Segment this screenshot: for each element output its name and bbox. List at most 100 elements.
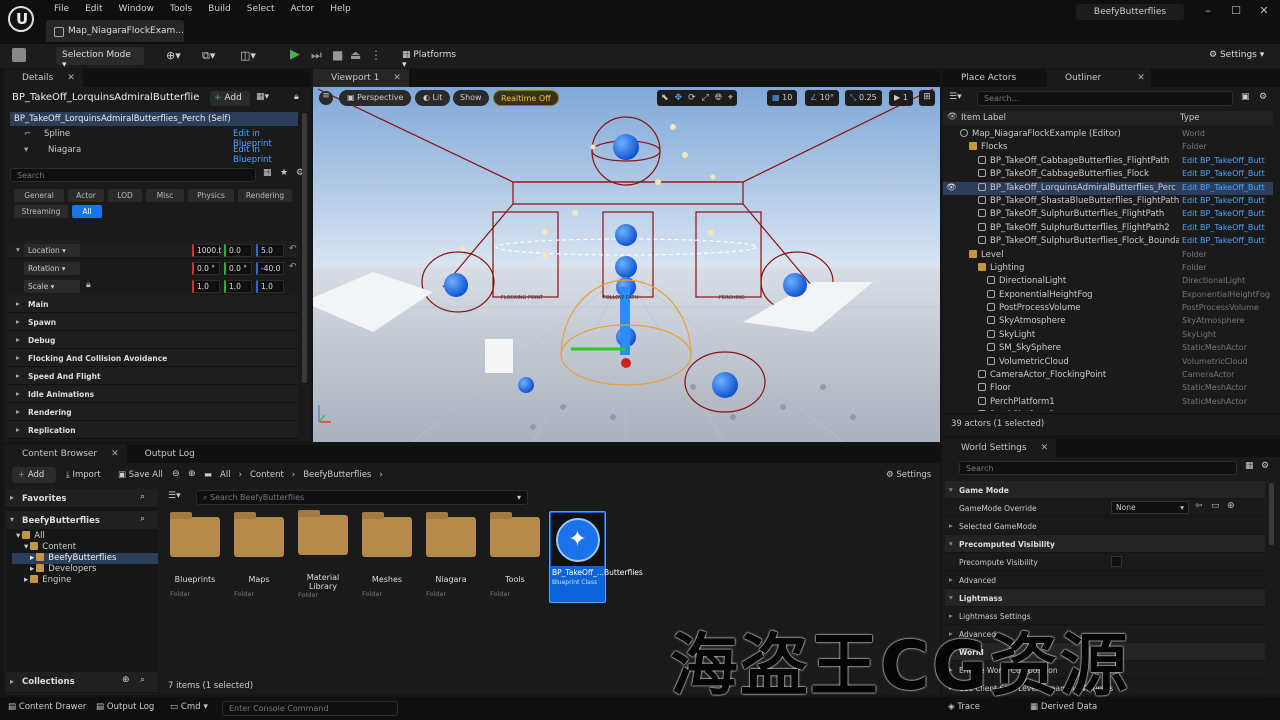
add-collection-icon[interactable]: ⊕ [122,675,130,685]
outliner-row[interactable]: PerchPlatform1 StaticMeshActor [943,396,1273,409]
menu-build[interactable]: Build [200,4,239,14]
close-icon[interactable]: ✕ [111,449,119,459]
angle-snap-button[interactable]: ∠ 10° [805,90,839,106]
show-button[interactable]: Show [453,90,489,106]
maximize-icon[interactable]: ☐ [1226,4,1246,17]
minimize-icon[interactable]: – [1198,4,1218,17]
menu-help[interactable]: Help [322,4,359,14]
asset-folder-niagara[interactable]: Niagara Folder [426,511,476,598]
content-drawer-button[interactable]: ▤ Content Drawer [8,702,86,712]
close-icon[interactable]: ✕ [1254,4,1274,17]
chevron-down-icon[interactable]: ▾ [517,493,521,502]
move-tool-icon[interactable]: ✥ [675,93,683,103]
settings-dropdown[interactable]: ⚙ Settings ▾ [1203,47,1275,65]
outliner-row[interactable]: BP_TakeOff_SulphurButterflies_FlightPath… [943,222,1273,235]
add-actor-icon[interactable]: ⊕▾ [166,49,181,62]
gamemode-override-select[interactable]: None ▾ [1111,501,1189,514]
grid-icon[interactable]: ▦ [263,168,272,178]
section-spawn[interactable]: Spawn [8,313,298,331]
type-column[interactable]: Type [1180,113,1200,123]
collections-header[interactable]: Collections [6,672,158,692]
layout-icon[interactable]: ⊞ [919,90,935,106]
tab-place-actors[interactable]: Place Actors [943,69,1047,87]
star-icon[interactable]: ★ [280,168,288,178]
asset-folder-material-library[interactable]: Material Library Folder [298,510,348,599]
outliner-row[interactable]: BP_TakeOff_CabbageButterflies_Flock Edit … [943,168,1273,181]
asset-blueprint-selected[interactable]: ✦ BP_TakeOff_...Butterflies Blueprint Cl… [549,511,643,603]
outliner-item-type[interactable]: Edit BP_TakeOff_Butt [1182,156,1265,165]
cat-all[interactable]: All [72,205,102,218]
tree-beefybutterflies[interactable]: ▸ BeefyButterflies [12,553,158,564]
item-label-column[interactable]: Item Label [961,113,1006,123]
add-icon[interactable]: ⊕ [1227,501,1235,511]
tree-developers[interactable]: ▸ Developers [12,564,158,575]
viewport-tab[interactable]: Viewport 1 ✕ [313,69,409,87]
outliner-row[interactable]: SM_SkySphere StaticMeshActor [943,342,1273,355]
level-document-tab[interactable]: Map_NiagaraFlockExam... [46,20,184,42]
section-main[interactable]: Main [8,295,298,313]
menu-edit[interactable]: Edit [77,4,110,14]
outliner-row[interactable]: BP_TakeOff_CabbageButterflies_FlightPath… [943,155,1273,168]
section-replication[interactable]: Replication [8,421,298,439]
outliner-row[interactable]: 👁︎ BP_TakeOff_LorquinsAdmiralButterflies_… [943,181,1273,195]
cat-actor[interactable]: Actor [68,189,104,202]
realtime-off-button[interactable]: Realtime Off [493,90,559,106]
world-settings-section[interactable]: Precomputed Visibility [945,535,1265,553]
play-icon[interactable]: ▶ [290,47,300,62]
select-tool-icon[interactable]: ⬉ [661,93,669,103]
outliner-item-type[interactable]: Edit BP_TakeOff_Butt [1182,209,1265,218]
lit-button[interactable]: ◐ Lit [415,90,451,106]
rotation-z[interactable]: -40.0 [256,262,284,275]
location-dropdown[interactable]: Location ▾ [24,244,80,257]
scale-snap-button[interactable]: ⤡ 0.25 [845,90,882,106]
gear-icon[interactable]: ⚙ [1259,92,1267,102]
unreal-logo-icon[interactable] [8,6,34,32]
world-settings-section[interactable]: Game Mode [945,481,1265,499]
outliner-row[interactable]: BP_TakeOff_ShastaBlueButterflies_FlightP… [943,195,1273,208]
project-header[interactable]: BeefyButterflies [6,511,158,529]
outliner-row[interactable]: DirectionalLight DirectionalLight [943,275,1273,288]
console-input[interactable]: Enter Console Command [222,701,398,716]
reset-icon[interactable]: ↶ [289,244,297,254]
outliner-search-input[interactable]: Search... [977,91,1233,106]
close-icon[interactable]: ✕ [393,73,401,83]
add-folder-icon[interactable]: ▣ [1241,92,1250,102]
tree-all[interactable]: ▾ All [12,531,158,542]
platforms-dropdown[interactable]: ▦ Platforms ▾ [396,47,468,70]
blueprint-options-icon[interactable]: ▦▾ [256,92,269,102]
outliner-row[interactable]: SkyAtmosphere SkyAtmosphere [943,315,1273,328]
location-x[interactable]: 1000.t [192,244,221,257]
gear-icon[interactable]: ⚙ [1261,461,1269,471]
section-debug[interactable]: Debug [8,331,298,349]
selection-mode-dropdown[interactable]: Selection Mode ▾ [56,47,144,70]
outliner-row[interactable]: Map_NiagaraFlockExample (Editor) World [943,128,1273,141]
filter-icon[interactable]: ☰▾ [168,491,181,501]
cat-misc[interactable]: Misc [146,189,184,202]
grid-icon[interactable]: ▦ [1245,461,1254,471]
outliner-item-type[interactable]: Edit BP_TakeOff_Butt [1182,196,1265,205]
section-idle-animations[interactable]: Idle Animations [8,385,298,403]
outliner-row[interactable]: SkyLight SkyLight [943,329,1273,342]
actor-name[interactable]: BP_TakeOff_LorquinsAdmiralButterflie [12,92,208,103]
menu-actor[interactable]: Actor [283,4,323,14]
save-icon[interactable] [12,48,26,62]
output-log-button[interactable]: ▤ Output Log [96,702,154,712]
rotation-x[interactable]: 0.0 ° [192,262,220,275]
tree-content[interactable]: ▾ Content [12,542,158,553]
outliner-row[interactable]: VolumetricCloud VolumetricCloud [943,356,1273,369]
menu-tools[interactable]: Tools [162,4,200,14]
filter-icon[interactable]: ☰▾ [949,92,962,102]
import-button[interactable]: ⤓ Import [66,470,101,480]
browse-icon[interactable]: ⇦ [1195,501,1203,511]
asset-folder-meshes[interactable]: Meshes Folder [362,511,412,598]
details-search-input[interactable]: Search [10,168,256,182]
section-rendering[interactable]: Rendering [8,403,298,421]
component-niagara-row[interactable]: ▾ Niagara Edit in Blueprint [10,145,298,165]
add-button[interactable]: + Add [12,467,56,483]
details-scrollbar[interactable] [302,113,307,383]
scale-z[interactable]: 1.0 [256,280,284,293]
search-icon[interactable]: ⌕ [140,492,145,502]
back-icon[interactable]: ⊖ [172,469,180,479]
grid-snap-button[interactable]: ▦ 10 [767,90,798,106]
outliner-item-type[interactable]: Edit BP_TakeOff_Butt [1182,169,1265,178]
